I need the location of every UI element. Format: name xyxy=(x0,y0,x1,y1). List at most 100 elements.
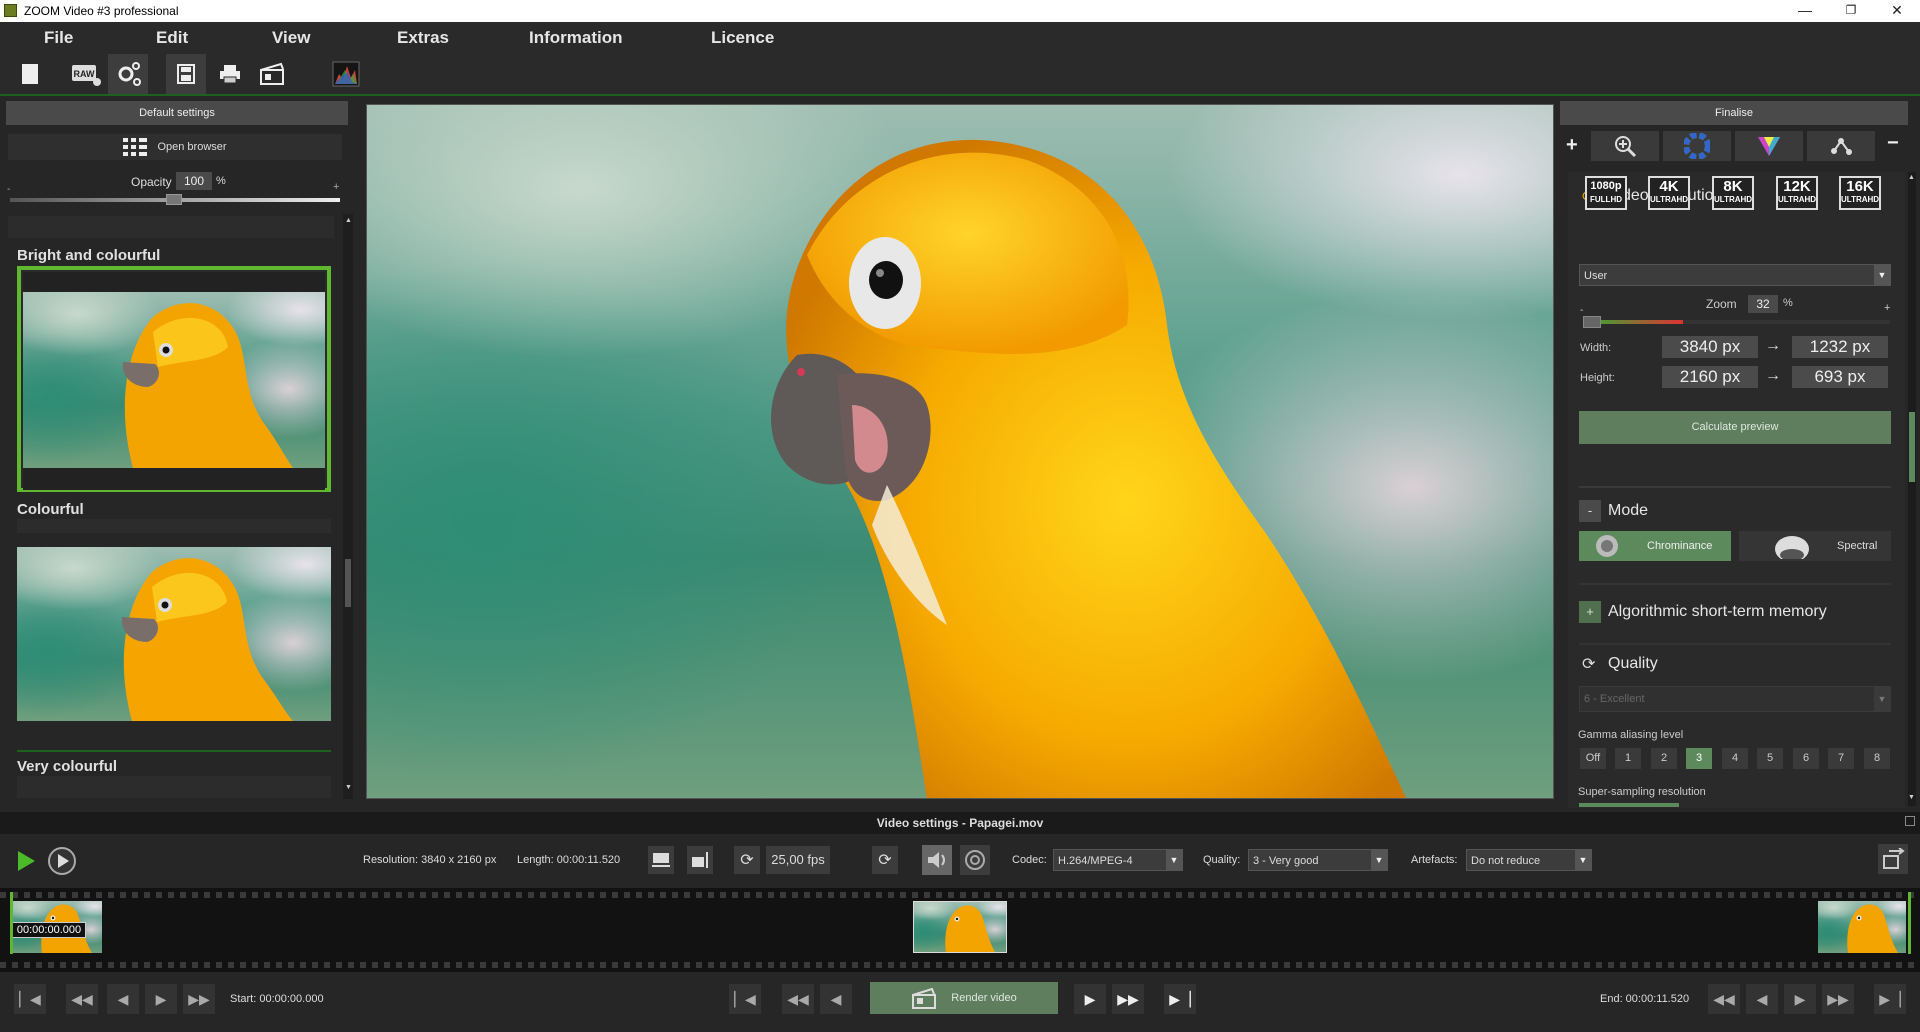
opacity-value[interactable]: 100 xyxy=(176,172,212,190)
fps-refresh-button[interactable]: ⟳ xyxy=(734,846,760,874)
menu-file[interactable]: File xyxy=(44,28,73,48)
go-end-button[interactable]: ▶▕ xyxy=(1874,984,1906,1014)
color-wheel-icon xyxy=(1684,133,1710,159)
fast-forward-button[interactable]: ▶▶ xyxy=(183,984,215,1014)
histogram-icon[interactable] xyxy=(326,54,366,94)
center-forward-button[interactable]: ▶ xyxy=(1074,984,1106,1014)
audio-refresh-button[interactable]: ⟳ xyxy=(872,846,898,874)
zoom-slider[interactable] xyxy=(1585,320,1890,324)
share-tab[interactable] xyxy=(1807,131,1875,161)
center-fast-forward-button[interactable]: ▶▶ xyxy=(1112,984,1144,1014)
end-back-button[interactable]: ◀ xyxy=(1746,984,1778,1014)
gamma-1[interactable]: 1 xyxy=(1615,748,1641,769)
main-preview[interactable] xyxy=(366,104,1554,799)
quality-select[interactable]: 6 - Excellent ▼ xyxy=(1579,686,1891,712)
effects-settings-icon[interactable] xyxy=(108,54,148,94)
minimize-button[interactable]: — xyxy=(1782,0,1828,22)
opacity-slider-handle[interactable] xyxy=(166,194,182,205)
timeline-thumbnail-end[interactable] xyxy=(1818,901,1906,953)
gamma-2[interactable]: 2 xyxy=(1651,748,1677,769)
preset-8k-button[interactable]: 8K ULTRAHD xyxy=(1712,176,1754,210)
center-back-button[interactable]: ◀ xyxy=(820,984,852,1014)
preset-1080p-button[interactable]: 1080p FULLHD xyxy=(1585,176,1627,210)
center-go-end-button[interactable]: ▶▕ xyxy=(1164,984,1196,1014)
step-forward-button[interactable]: ▶ xyxy=(145,984,177,1014)
memory-title: Algorithmic short-term memory xyxy=(1608,603,1827,620)
zoom-slider-handle[interactable] xyxy=(1583,316,1601,328)
menu-licence[interactable]: Licence xyxy=(711,28,774,48)
zoom-tab[interactable] xyxy=(1591,131,1659,161)
artefacts-select[interactable]: Do not reduce ▼ xyxy=(1466,849,1592,871)
preset-title-1: Bright and colourful xyxy=(17,247,161,264)
opacity-plus: + xyxy=(333,181,340,193)
right-scrollbar[interactable]: ▲ ▼ xyxy=(1908,172,1916,806)
rewind-button[interactable]: ◀◀ xyxy=(66,984,98,1014)
resolution-preset-select[interactable]: User ▼ xyxy=(1579,264,1891,286)
collapse-icon[interactable] xyxy=(1905,816,1915,826)
maximize-button[interactable]: ❐ xyxy=(1828,0,1874,22)
timeline-thumbnail-middle[interactable] xyxy=(913,901,1007,953)
go-start-button[interactable]: ▏◀ xyxy=(14,984,46,1014)
menu-extras[interactable]: Extras xyxy=(397,28,449,48)
close-button[interactable]: ✕ xyxy=(1874,0,1920,22)
audio-settings-button[interactable] xyxy=(960,845,990,875)
play-button[interactable] xyxy=(12,846,40,876)
gamma-label: Gamma aliasing level xyxy=(1578,729,1684,741)
open-browser-label: Open browser xyxy=(157,141,227,153)
render-video-button[interactable]: Render video xyxy=(870,982,1058,1014)
fit-height-icon xyxy=(692,852,708,868)
timeline-start-marker[interactable] xyxy=(10,892,13,954)
preview-play-button[interactable] xyxy=(46,846,78,876)
audio-button[interactable] xyxy=(922,845,952,875)
end-fast-forward-button[interactable]: ▶▶ xyxy=(1822,984,1854,1014)
menu-view[interactable]: View xyxy=(272,28,310,48)
gamma-6[interactable]: 6 xyxy=(1793,748,1819,769)
preset-scrollbar[interactable]: ▲ ▼ xyxy=(343,214,353,799)
fps-value[interactable]: 25,00 fps xyxy=(766,846,830,874)
fit-width-button[interactable] xyxy=(648,846,674,874)
center-rewind-button[interactable]: ◀◀ xyxy=(782,984,814,1014)
new-document-icon[interactable] xyxy=(10,54,50,94)
step-back-button[interactable]: ◀ xyxy=(107,984,139,1014)
zoom-value[interactable]: 32 xyxy=(1748,295,1778,313)
gamma-3[interactable]: 3 xyxy=(1686,748,1712,769)
menu-information[interactable]: Information xyxy=(529,28,623,48)
width-input-value[interactable]: 3840 px xyxy=(1662,336,1758,358)
menu-edit[interactable]: Edit xyxy=(156,28,188,48)
mode-chrominance-button[interactable]: Chrominance xyxy=(1579,531,1731,561)
preset-4k-button[interactable]: 4K ULTRAHD xyxy=(1648,176,1690,210)
height-input-value[interactable]: 2160 px xyxy=(1662,366,1758,388)
save-icon[interactable] xyxy=(166,54,206,94)
video-quality-select[interactable]: 3 - Very good ▼ xyxy=(1248,849,1388,871)
gamma-4[interactable]: 4 xyxy=(1722,748,1748,769)
preset-card-selected[interactable] xyxy=(17,266,331,492)
gamma-5[interactable]: 5 xyxy=(1757,748,1783,769)
swap-button[interactable] xyxy=(1878,844,1908,874)
calculate-preview-button[interactable]: Calculate preview xyxy=(1579,411,1891,444)
preset-12k-button[interactable]: 12K ULTRAHD xyxy=(1776,176,1818,210)
end-rewind-button[interactable]: ◀◀ xyxy=(1708,984,1740,1014)
timeline-end-marker[interactable] xyxy=(1908,892,1911,954)
preset-thumbnail-2[interactable] xyxy=(17,547,331,721)
add-button[interactable]: + xyxy=(1566,134,1578,157)
supersampling-label: Super-sampling resolution xyxy=(1578,786,1706,798)
gamma-8[interactable]: 8 xyxy=(1864,748,1890,769)
fit-height-button[interactable] xyxy=(687,846,713,874)
remove-button[interactable]: − xyxy=(1887,132,1899,155)
gamma-7[interactable]: 7 xyxy=(1828,748,1854,769)
preset-16k-button[interactable]: 16K ULTRAHD xyxy=(1839,176,1881,210)
raw-settings-icon[interactable]: RAW xyxy=(66,54,106,94)
print-icon[interactable] xyxy=(210,54,250,94)
center-go-start-button[interactable]: ▏◀ xyxy=(729,984,761,1014)
open-browser-button[interactable]: Open browser xyxy=(8,134,342,160)
memory-toggle[interactable]: + xyxy=(1579,601,1601,623)
end-forward-button[interactable]: ▶ xyxy=(1784,984,1816,1014)
color-wheel-tab[interactable] xyxy=(1663,131,1731,161)
mode-toggle[interactable]: - xyxy=(1579,500,1601,522)
timeline-start-time: 00:00:00.000 xyxy=(12,922,86,938)
gamma-off[interactable]: Off xyxy=(1580,748,1606,769)
mode-spectral-button[interactable]: Spectral xyxy=(1739,531,1891,561)
video-export-icon[interactable] xyxy=(252,54,292,94)
color-prism-tab[interactable] xyxy=(1735,131,1803,161)
codec-select[interactable]: H.264/MPEG-4 ▼ xyxy=(1053,849,1183,871)
